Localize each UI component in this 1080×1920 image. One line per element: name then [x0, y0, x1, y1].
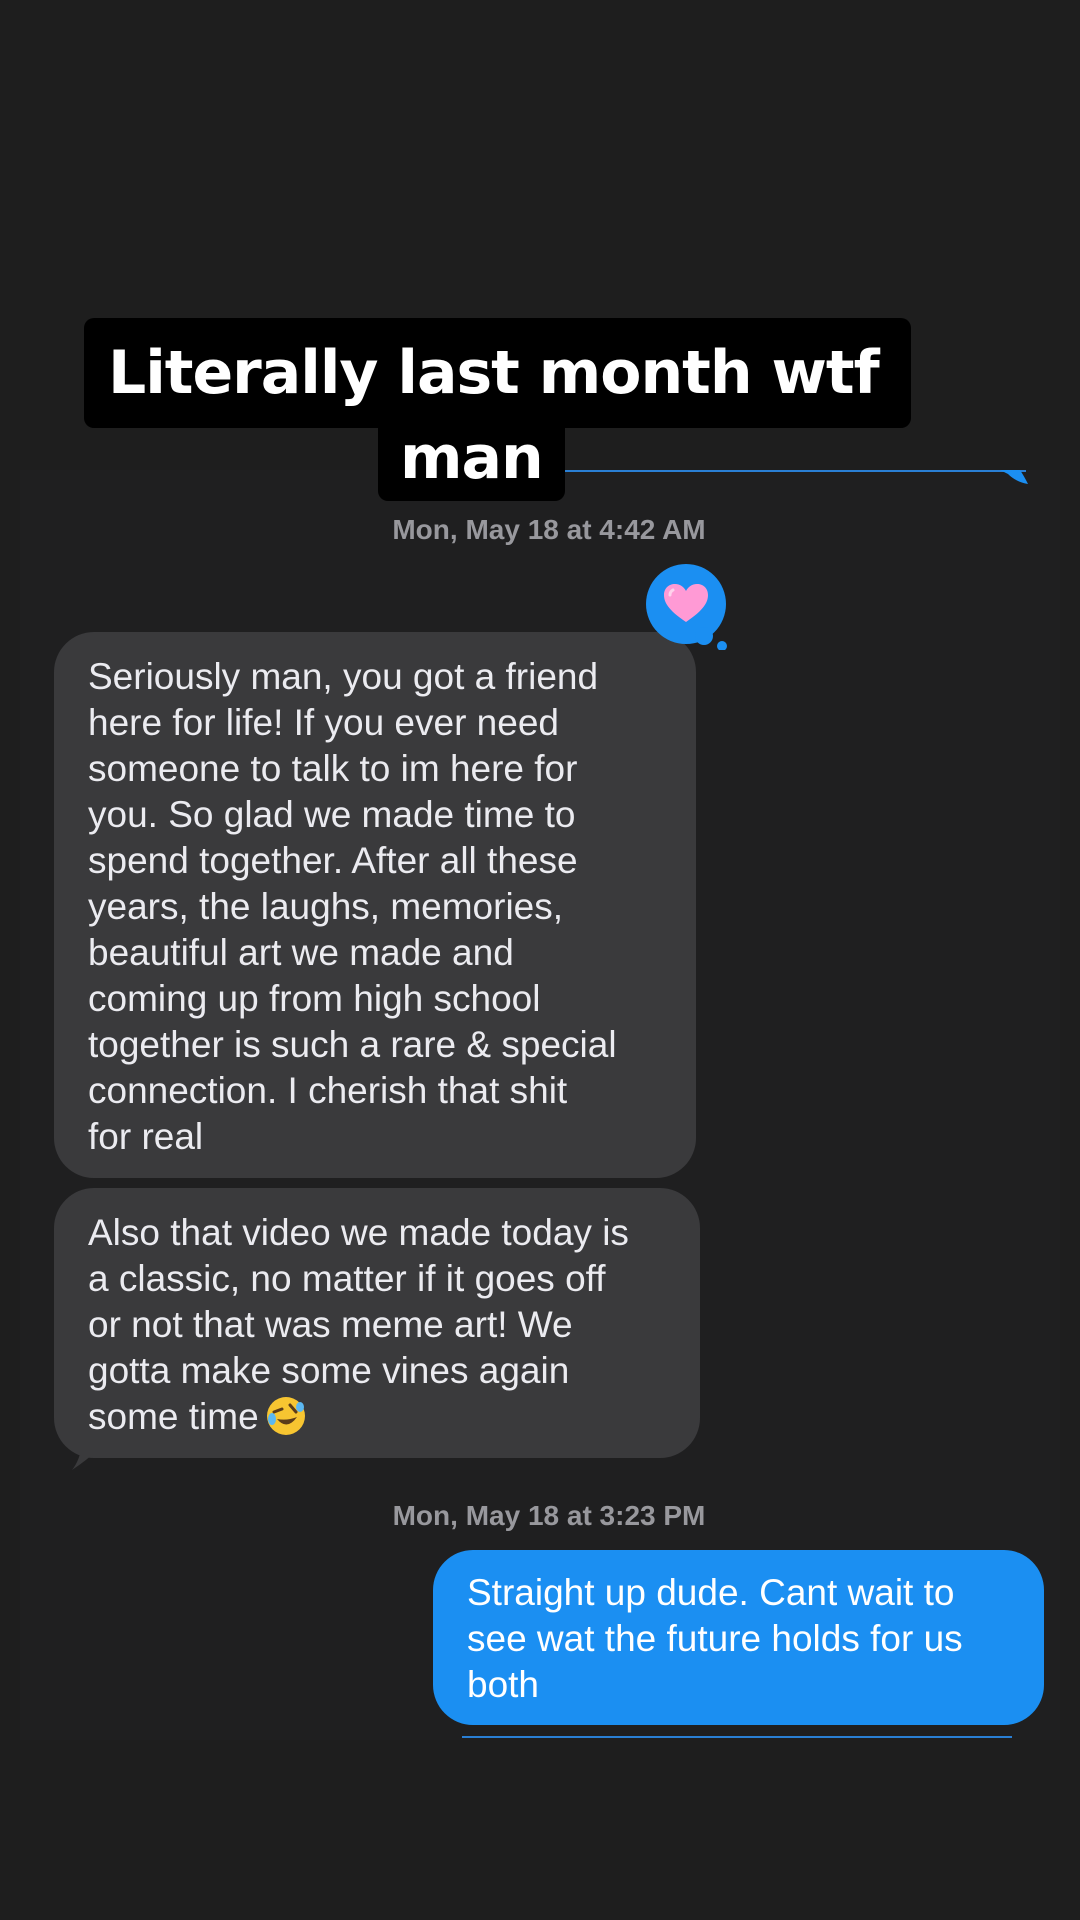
incoming-message-bubble[interactable]: Seriously man, you got a friend here for… [54, 632, 696, 1178]
timestamp: Mon, May 18 at 4:42 AM [392, 514, 706, 545]
caption-overlay-line1: Literally last month wtf [84, 318, 911, 428]
screen: Mon, May 18 at 4:42 AM Seriously man, yo… [0, 0, 1080, 1920]
timestamp: Mon, May 18 at 3:23 PM [392, 1500, 706, 1531]
caption-text: Literally last month wtf [108, 338, 880, 408]
heart-reaction-icon[interactable] [646, 564, 732, 650]
rolling-laughing-emoji-icon [266, 1397, 305, 1435]
message-tail [72, 1430, 114, 1470]
caption-text: man [400, 423, 544, 493]
incoming-message-bubble[interactable]: Also that video we made today is a class… [54, 1188, 700, 1458]
outgoing-message-bubble[interactable]: Straight up dude. Cant wait to see wat t… [433, 1550, 1044, 1725]
next-message-edge [462, 1736, 1012, 1738]
previous-message-tail [1000, 470, 1028, 484]
message-text: Also that video we made today is a class… [88, 1212, 629, 1437]
caption-overlay-line2: man [378, 415, 565, 501]
previous-message-edge [556, 470, 1026, 472]
